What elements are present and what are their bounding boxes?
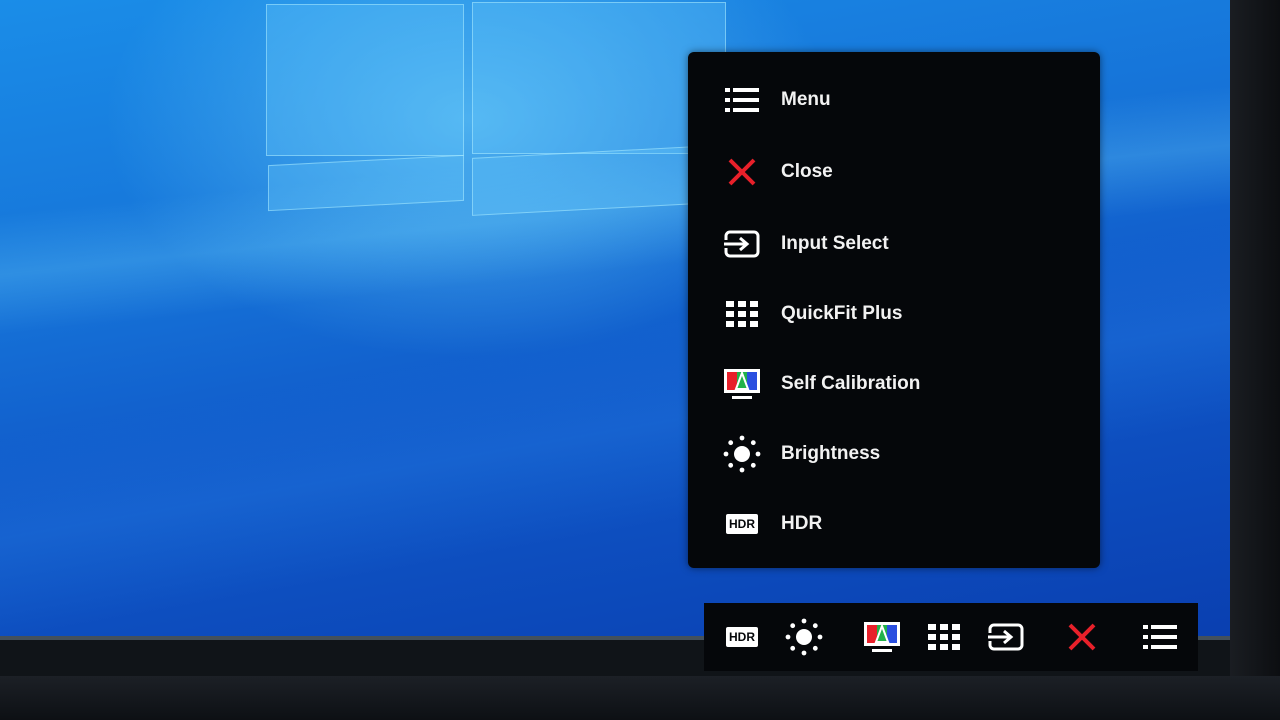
calibration-icon xyxy=(864,622,900,652)
quick-menu-button[interactable] xyxy=(1138,615,1182,659)
brightness-icon xyxy=(722,435,762,473)
osd-item-brightness[interactable]: Brightness xyxy=(688,426,1100,482)
osd-menu: Menu Close Input Select QuickFit Plus Se… xyxy=(688,52,1100,568)
osd-item-input-select[interactable]: Input Select xyxy=(688,216,1100,272)
osd-item-label: HDR xyxy=(781,513,823,534)
quick-input-select-button[interactable] xyxy=(984,615,1028,659)
osd-item-label: QuickFit Plus xyxy=(781,303,903,324)
osd-item-self-calibration[interactable]: Self Calibration xyxy=(688,356,1100,412)
hdr-icon-text: HDR xyxy=(726,514,758,534)
hdr-icon: HDR xyxy=(722,507,762,541)
window-logo-pane xyxy=(472,146,696,216)
monitor-bezel xyxy=(1230,0,1280,720)
close-icon xyxy=(1068,623,1096,651)
hdr-icon-text: HDR xyxy=(729,630,755,644)
menu-list-icon xyxy=(722,83,762,117)
osd-item-label: Self Calibration xyxy=(781,373,921,394)
input-select-icon xyxy=(986,623,1024,651)
osd-item-close[interactable]: Close xyxy=(688,144,1100,200)
osd-item-label: Close xyxy=(781,161,833,182)
hdr-icon: HDR xyxy=(726,627,758,647)
grid-icon xyxy=(928,624,960,650)
quick-hdr-button[interactable]: HDR xyxy=(720,615,764,659)
osd-item-quickfit-plus[interactable]: QuickFit Plus xyxy=(688,286,1100,342)
monitor-bezel xyxy=(0,676,1280,720)
osd-item-hdr[interactable]: HDR HDR xyxy=(688,496,1100,552)
menu-list-icon xyxy=(1143,625,1177,649)
quick-calibration-button[interactable] xyxy=(860,615,904,659)
close-icon xyxy=(722,155,762,189)
osd-item-menu[interactable]: Menu xyxy=(688,72,1100,128)
quick-brightness-button[interactable] xyxy=(782,615,826,659)
input-select-icon xyxy=(722,227,762,261)
quick-close-button[interactable] xyxy=(1060,615,1104,659)
osd-item-label: Input Select xyxy=(781,233,889,254)
quick-bar: HDR xyxy=(704,603,1198,671)
grid-icon xyxy=(722,297,762,331)
window-logo-pane xyxy=(266,4,464,156)
osd-item-label: Menu xyxy=(781,89,831,110)
quick-quickfit-button[interactable] xyxy=(922,615,966,659)
calibration-icon xyxy=(722,367,762,401)
osd-item-label: Brightness xyxy=(781,443,881,464)
brightness-icon xyxy=(785,618,823,656)
